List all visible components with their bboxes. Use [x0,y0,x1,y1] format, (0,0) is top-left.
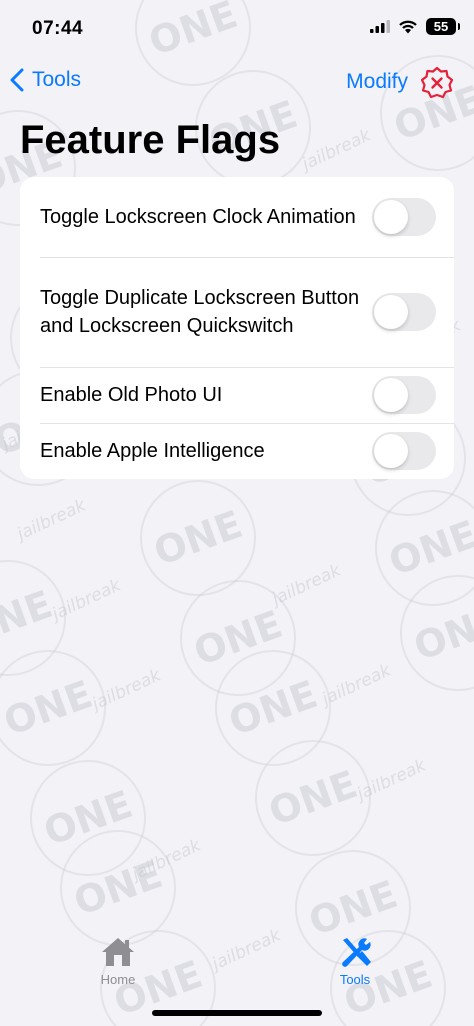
home-icon [102,938,134,966]
toggle-knob [374,295,408,329]
flag-label: Enable Apple Intelligence [40,440,265,462]
screen: ONE ONE ONE ONE ONE ONE ONE ONE ONE ONE … [0,0,474,1026]
flag-toggle[interactable] [372,432,436,470]
watermark-logo: ONE [0,543,83,693]
watermark-tag: jailbreak [49,575,124,625]
feature-flags-list: Toggle Lockscreen Clock Animation Toggle… [20,177,454,479]
signal-icon [370,20,390,33]
watermark-tag: jailbreak [269,560,344,610]
flag-row: Enable Old Photo UI [20,367,454,423]
status-icons: 55 [370,18,460,35]
flag-row: Toggle Duplicate Lockscreen Button and L… [20,257,454,367]
tab-tools[interactable]: Tools [310,936,400,987]
navigation-bar: Tools Modify [0,62,474,106]
flag-toggle[interactable] [372,198,436,236]
status-bar: 07:44 55 [0,0,474,58]
watermark-logo: ONE [0,633,123,783]
back-chevron-icon [10,68,24,92]
tab-home[interactable]: Home [73,936,163,987]
toggle-knob [374,434,408,468]
toggle-knob [374,200,408,234]
watermark-tag: jailbreak [319,660,394,710]
watermark-tag: jailbreak [14,495,89,545]
wifi-icon [399,20,417,34]
tab-bar: Home Tools [0,916,474,1026]
toggle-knob [374,378,408,412]
watermark-tag: jailbreak [354,755,429,805]
battery-icon: 55 [426,18,460,35]
watermark-logo: ONE [13,743,163,893]
flag-label: Toggle Duplicate Lockscreen Button and L… [40,287,360,337]
status-time: 07:44 [32,18,84,39]
watermark-logo: ONE [123,463,273,613]
flag-toggle[interactable] [372,376,436,414]
flag-row: Enable Apple Intelligence [20,423,454,479]
watermark-logo: ONE [163,563,313,713]
watermark-logo: ONE [383,558,474,708]
back-button[interactable]: Tools [10,68,81,92]
tab-tools-label: Tools [339,972,371,987]
back-button-label: Tools [32,68,82,91]
flag-label: Enable Old Photo UI [40,384,223,406]
tools-icon [342,938,371,967]
flag-label: Toggle Lockscreen Clock Animation [40,206,356,228]
watermark-tag: jailbreak [299,125,374,175]
flag-row: Toggle Lockscreen Clock Animation [20,177,454,257]
tab-home-label: Home [100,972,136,987]
page-title: Feature Flags [20,118,281,162]
watermark-logo: ONE [198,633,348,783]
modify-button[interactable]: Modify [346,70,408,94]
watermark-logo: ONE [358,473,474,623]
watermark-logo: ONE [363,38,474,188]
watermark-tag: jailbreak [89,665,164,715]
watermark-logo: ONE [238,723,388,873]
flag-toggle[interactable] [372,293,436,331]
close-badge-icon[interactable] [420,66,454,100]
home-indicator [152,1010,322,1016]
watermark-tag: jailbreak [129,835,204,885]
